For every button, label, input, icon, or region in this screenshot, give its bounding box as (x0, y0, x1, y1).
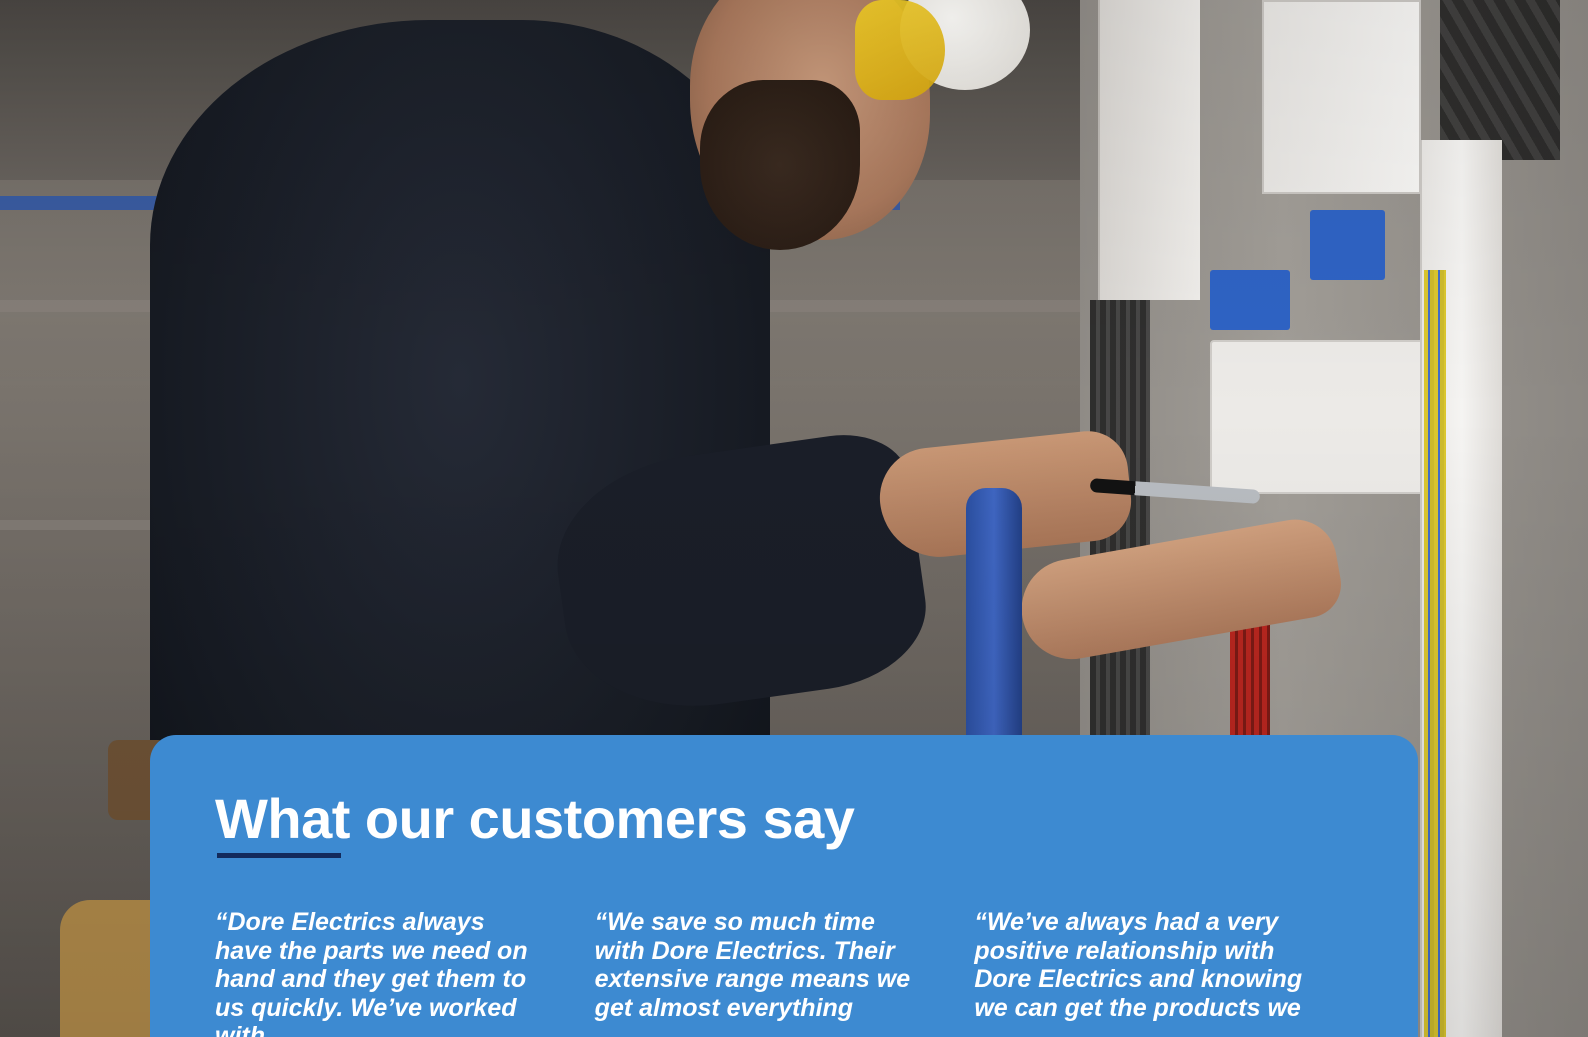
photo-worker-beard (700, 80, 860, 250)
photo-safety-goggles (855, 0, 945, 100)
photo-circuit-breakers (1210, 340, 1424, 494)
photo-blue-post (966, 488, 1022, 748)
photo-black-cables (1440, 0, 1560, 160)
testimonials-heading: What our customers say (215, 787, 855, 850)
page: What our customers say “Dore Electrics a… (0, 0, 1588, 1037)
photo-blue-terminal (1310, 210, 1385, 280)
testimonial-quotes: “Dore Electrics always have the parts we… (215, 908, 1354, 1037)
photo-meter-box (1262, 0, 1421, 194)
photo-panel-box (1098, 0, 1200, 300)
testimonial-quote-3: “We’ve always had a very positive relati… (974, 908, 1303, 1022)
testimonials-card: What our customers say “Dore Electrics a… (150, 735, 1418, 1037)
photo-blue-terminal (1210, 270, 1290, 330)
heading-underline (217, 853, 341, 858)
testimonial-quote-1: “Dore Electrics always have the parts we… (215, 908, 528, 1037)
photo-yellow-wires (1424, 270, 1446, 1037)
testimonial-quote-2: “We save so much time with Dore Electric… (594, 908, 911, 1022)
